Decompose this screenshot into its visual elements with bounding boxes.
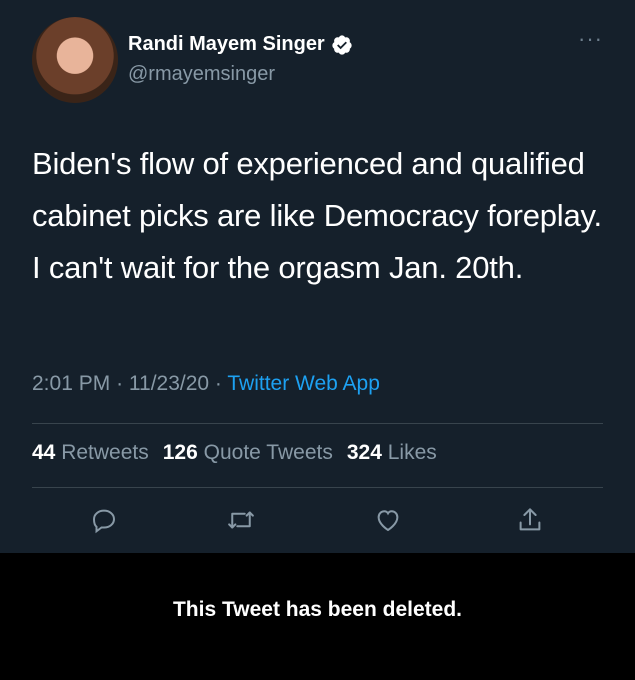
tweet-meta: 2:01 PM · 11/23/20 · Twitter Web App (32, 372, 380, 396)
reply-icon[interactable] (86, 502, 122, 538)
author-handle[interactable]: @rmayemsinger (128, 63, 275, 86)
like-icon[interactable] (370, 502, 406, 538)
retweet-icon[interactable] (223, 502, 259, 538)
tweet-date[interactable]: 11/23/20 (129, 372, 209, 395)
tweet-source[interactable]: Twitter Web App (227, 372, 380, 395)
more-icon[interactable]: ··· (578, 28, 603, 50)
verified-icon (331, 34, 353, 56)
tweet-time[interactable]: 2:01 PM (32, 372, 110, 395)
avatar[interactable] (32, 17, 118, 103)
divider (32, 487, 603, 488)
author-name-row: Randi Mayem Singer (128, 33, 353, 56)
action-bar (0, 502, 635, 542)
divider (32, 423, 603, 424)
author-display-name[interactable]: Randi Mayem Singer (128, 33, 325, 56)
share-icon[interactable] (512, 502, 548, 538)
quote-tweets-stat[interactable]: 126 Quote Tweets (163, 441, 333, 465)
retweets-stat[interactable]: 44 Retweets (32, 441, 149, 465)
meta-separator: · (116, 372, 129, 395)
deleted-notice: This Tweet has been deleted. (172, 597, 463, 621)
deleted-notice-bar: This Tweet has been deleted. (0, 553, 635, 680)
meta-separator: · (214, 372, 228, 395)
tweet-card: Randi Mayem Singer @rmayemsinger ··· Bid… (0, 0, 635, 553)
tweet-text: Biden's flow of experienced and qualifie… (32, 146, 602, 285)
likes-stat[interactable]: 324 Likes (347, 441, 437, 465)
tweet-stats: 44 Retweets 126 Quote Tweets 324 Likes (32, 441, 437, 465)
